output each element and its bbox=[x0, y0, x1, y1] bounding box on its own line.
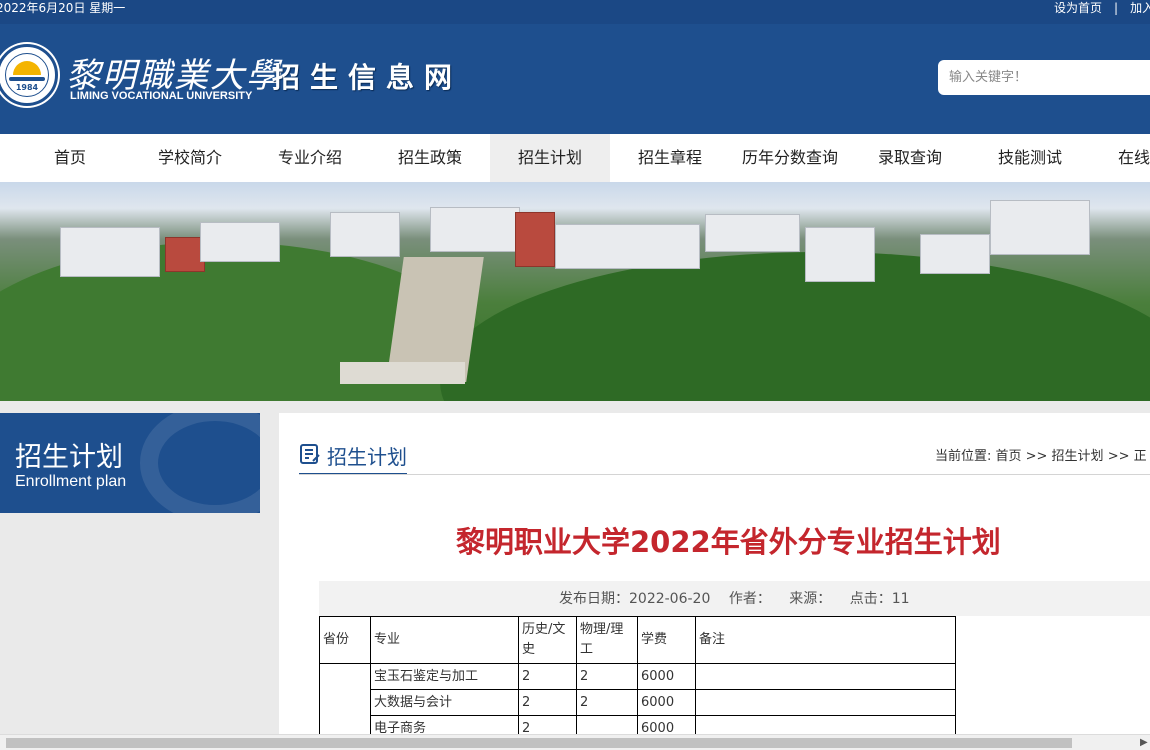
section-heading: 招生计划 bbox=[299, 441, 407, 475]
banner-building bbox=[330, 212, 400, 257]
section-divider bbox=[299, 474, 1150, 475]
article-title: 黎明职业大学2022年省外分专业招生计划 bbox=[456, 525, 1001, 559]
scrollbar-thumb[interactable] bbox=[6, 738, 1072, 748]
banner-building bbox=[990, 200, 1090, 255]
main-content: 招生计划 当前位置: 首页 >> 招生计划 >> 正 黎明职业大学2022年省外… bbox=[279, 413, 1150, 750]
table-cell: 6000 bbox=[637, 689, 696, 716]
banner-hill bbox=[440, 252, 1150, 401]
section-title: 招生计划 bbox=[327, 445, 407, 469]
nav-item-policy[interactable]: 招生政策 bbox=[370, 134, 490, 182]
nav-item-skill-test[interactable]: 技能测试 bbox=[970, 134, 1090, 182]
sidebar-title-en: Enrollment plan bbox=[15, 473, 127, 490]
table-cell: 宝玉石鉴定与加工 bbox=[370, 663, 519, 690]
banner-building bbox=[805, 227, 875, 282]
banner-building bbox=[60, 227, 160, 277]
table-header-row: 省份 专业 历史/文史 物理/理工 学费 备注 bbox=[319, 616, 956, 664]
table-cell: 6000 bbox=[637, 663, 696, 690]
banner-building bbox=[555, 224, 700, 269]
horizontal-scrollbar[interactable]: ▶ bbox=[0, 734, 1150, 750]
nav-item-online[interactable]: 在线 bbox=[1090, 134, 1150, 182]
set-home-link[interactable]: 设为首页 bbox=[1054, 1, 1102, 15]
table-cell: 2 bbox=[576, 689, 638, 716]
banner-building bbox=[515, 212, 555, 267]
table-row: 大数据与会计 2 2 6000 bbox=[320, 689, 956, 716]
scroll-right-icon[interactable]: ▶ bbox=[1140, 737, 1148, 748]
sidebar-title-cn: 招生计划 bbox=[15, 442, 123, 473]
top-links: 设为首页 | 加入 bbox=[1054, 0, 1150, 16]
table-cell: 大数据与会计 bbox=[370, 689, 519, 716]
search-input[interactable] bbox=[938, 60, 1150, 95]
document-icon bbox=[299, 443, 321, 469]
table-header-cell: 学费 bbox=[637, 616, 696, 664]
table-header-cell: 备注 bbox=[695, 616, 956, 664]
current-date: 2022年6月20日 星期一 bbox=[0, 1, 126, 15]
table-cell: 2 bbox=[576, 663, 638, 690]
table-cell bbox=[695, 689, 956, 716]
publish-date: 发布日期：2022-06-20 bbox=[559, 591, 711, 607]
main-nav: 首页 学校简介 专业介绍 招生政策 招生计划 招生章程 历年分数查询 录取查询 … bbox=[0, 134, 1150, 182]
site-header: 1984 黎明職業大學 LIMING VOCATIONAL UNIVERSITY… bbox=[0, 24, 1150, 134]
banner-gate bbox=[340, 362, 465, 384]
author: 作者： bbox=[728, 591, 771, 607]
article-meta: 发布日期：2022-06-20 作者： 来源： 点击：11 bbox=[319, 581, 1150, 616]
school-logo[interactable]: 1984 bbox=[0, 44, 58, 106]
table-cell bbox=[695, 663, 956, 690]
sidebar-header: 招生计划 Enrollment plan bbox=[0, 413, 260, 513]
nav-item-majors[interactable]: 专业介绍 bbox=[250, 134, 370, 182]
banner-building bbox=[920, 234, 990, 274]
campus-banner bbox=[0, 182, 1150, 401]
table-row: 宝玉石鉴定与加工 2 2 6000 bbox=[319, 663, 956, 742]
logo-wave bbox=[9, 77, 45, 81]
banner-building bbox=[430, 207, 520, 252]
top-bar: 2022年6月20日 星期一 设为首页 | 加入 bbox=[0, 0, 1150, 24]
site-title: 招生信息网 bbox=[272, 61, 463, 94]
source: 来源： bbox=[789, 591, 832, 607]
banner-building bbox=[165, 237, 205, 272]
table-header-cell: 物理/理工 bbox=[576, 616, 638, 664]
table-header-cell: 省份 bbox=[319, 616, 371, 664]
click-count: 点击：11 bbox=[849, 591, 910, 607]
nav-item-home[interactable]: 首页 bbox=[10, 134, 130, 182]
banner-building bbox=[200, 222, 280, 262]
table-cell: 2 bbox=[518, 689, 577, 716]
breadcrumb[interactable]: 当前位置: 首页 >> 招生计划 >> 正 bbox=[935, 445, 1147, 464]
link-separator: | bbox=[1114, 1, 1119, 15]
nav-item-admission-query[interactable]: 录取查询 bbox=[850, 134, 970, 182]
banner-building bbox=[705, 214, 800, 252]
table-header-cell: 历史/文史 bbox=[518, 616, 577, 664]
add-favorite-link[interactable]: 加入 bbox=[1130, 1, 1150, 15]
nav-item-plan[interactable]: 招生计划 bbox=[490, 134, 610, 182]
enrollment-plan-table: 省份 专业 历史/文史 物理/理工 学费 备注 宝玉石鉴定与加工 2 2 600… bbox=[319, 616, 956, 742]
nav-item-about[interactable]: 学校简介 bbox=[130, 134, 250, 182]
school-name-en: LIMING VOCATIONAL UNIVERSITY bbox=[70, 90, 253, 102]
logo-year: 1984 bbox=[15, 83, 39, 92]
table-header-cell: 专业 bbox=[370, 616, 519, 664]
nav-item-charter[interactable]: 招生章程 bbox=[610, 134, 730, 182]
table-cell: 2 bbox=[518, 663, 577, 690]
nav-item-scores[interactable]: 历年分数查询 bbox=[730, 134, 850, 182]
sidebar-decoration bbox=[140, 413, 260, 513]
table-cell bbox=[319, 663, 371, 742]
